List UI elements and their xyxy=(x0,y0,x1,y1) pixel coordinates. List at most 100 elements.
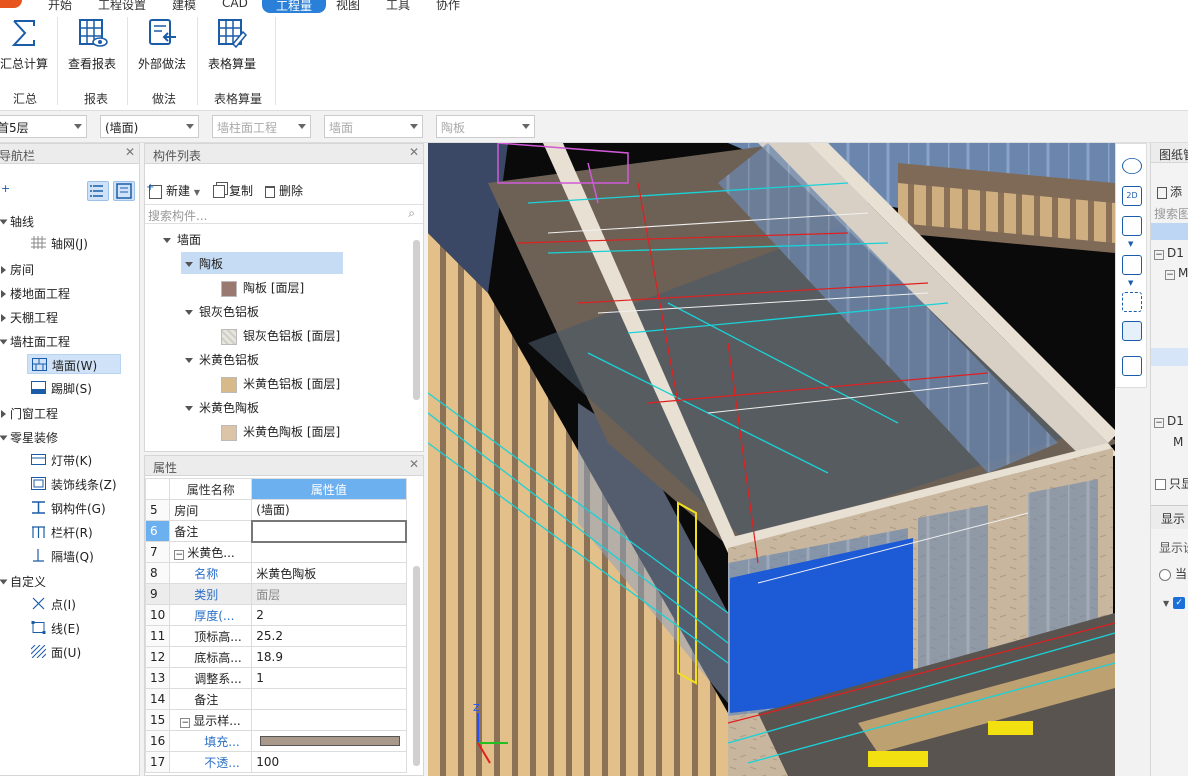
drawing-row-m[interactable]: − M xyxy=(1165,266,1188,280)
close-icon[interactable]: ✕ xyxy=(409,145,419,159)
component-search-input[interactable]: 搜索构件... xyxy=(148,207,207,224)
highlight-row[interactable] xyxy=(1151,348,1188,366)
fill-color-swatch[interactable] xyxy=(260,736,401,746)
tree-group-beige-al[interactable]: 米黄色铝板 xyxy=(181,348,263,370)
new-button[interactable]: + 新建 ▼ xyxy=(146,182,200,199)
element-select[interactable]: 墙面 xyxy=(324,115,423,138)
tree-group-beige-ceramic[interactable]: 米黄色陶板 xyxy=(181,396,263,418)
nav-area[interactable]: 面(U) xyxy=(27,642,85,662)
table-row[interactable]: 6 备注 xyxy=(145,519,408,543)
drawing-row-d1[interactable]: − D1 xyxy=(1154,246,1184,260)
only-show-checkbox[interactable]: 只显 xyxy=(1155,475,1188,492)
current-radio[interactable]: 当 xyxy=(1159,565,1187,582)
tab-project-settings[interactable]: 工程设置 xyxy=(98,0,146,13)
table-row[interactable]: 13 调整系... 1 xyxy=(145,667,407,689)
tab-tools[interactable]: 工具 xyxy=(386,0,410,13)
external-method-button[interactable]: 外部做法 xyxy=(136,17,188,77)
expand-checkbox[interactable]: ▼ ✓ xyxy=(1163,595,1186,609)
drawing-row-m-2[interactable]: M xyxy=(1173,435,1183,449)
nav-steel[interactable]: 钢构件(G) xyxy=(27,498,110,518)
tab-modeling[interactable]: 建模 xyxy=(172,0,196,13)
drawing-search-input[interactable]: 搜索图 xyxy=(1154,205,1188,222)
nav-skirting[interactable]: 踢脚(S) xyxy=(27,378,96,398)
table-row[interactable]: 12 底标高... 18.9 xyxy=(145,646,407,668)
table-row[interactable]: 7− 米黄色... xyxy=(145,541,407,563)
nav-lightstrip[interactable]: 灯带(K) xyxy=(27,450,96,470)
list-view-icon[interactable] xyxy=(87,181,109,201)
add-drawing-button[interactable]: 添 xyxy=(1157,183,1182,200)
tree-item-silver[interactable]: 银灰色铝板 [面层] xyxy=(217,324,344,346)
table-row[interactable]: 11 顶标高... 25.2 xyxy=(145,625,407,647)
collapse-icon[interactable]: − xyxy=(174,549,185,560)
table-calc-button[interactable]: 表格算量 xyxy=(206,17,258,77)
table-row[interactable]: 9 类别 面层 xyxy=(145,583,407,605)
tree-root-wall[interactable]: 墙面 xyxy=(159,228,205,250)
chevron-down-icon[interactable]: ▼ xyxy=(1128,279,1133,287)
2d-view-icon[interactable]: 2D xyxy=(1122,186,1142,206)
view-report-button[interactable]: 查看报表 xyxy=(66,17,118,77)
nav-axis[interactable]: 轴线 xyxy=(0,213,34,230)
table-row[interactable]: 8 名称 米黄色陶板 xyxy=(145,562,407,584)
nav-custom[interactable]: 自定义 xyxy=(0,573,46,590)
summary-calc-button[interactable]: 汇总计算 xyxy=(0,17,48,77)
tab-start[interactable]: 开始 xyxy=(48,0,72,13)
nav-wall-column[interactable]: 墙柱面工程 xyxy=(0,333,70,350)
detail-view-icon[interactable] xyxy=(113,181,135,201)
selected-row[interactable] xyxy=(1151,223,1188,240)
table-row[interactable]: 17 不透... 100 xyxy=(145,751,407,773)
tree-item-beige-ceramic[interactable]: 米黄色陶板 [面层] xyxy=(217,420,344,442)
component-scrollbar[interactable] xyxy=(413,240,420,400)
wall-icon xyxy=(32,358,47,371)
cube-view-icon[interactable] xyxy=(1122,216,1142,236)
nav-molding[interactable]: 装饰线条(Z) xyxy=(27,474,121,494)
close-icon[interactable]: ✕ xyxy=(125,145,135,159)
component-search[interactable]: 搜索构件... ⌕ xyxy=(145,204,423,224)
nav-room[interactable]: 房间 xyxy=(1,261,34,278)
close-icon[interactable]: ✕ xyxy=(409,457,419,471)
nav-point[interactable]: 点(I) xyxy=(27,594,80,614)
table-row[interactable]: 15− 显示样... xyxy=(145,709,407,731)
nav-line[interactable]: 线(E) xyxy=(27,618,84,638)
display-tab[interactable]: 显示 xyxy=(1161,510,1185,527)
display-settings-icon[interactable] xyxy=(1122,356,1142,376)
type-select[interactable]: (墙面) xyxy=(100,115,199,138)
nav-partition[interactable]: 隔墙(Q) xyxy=(27,546,98,566)
sub-select[interactable]: 陶板 xyxy=(436,115,535,138)
tab-view[interactable]: 视图 xyxy=(336,0,360,13)
delete-button[interactable]: 删除 xyxy=(265,182,303,199)
tab-cad[interactable]: CAD xyxy=(222,0,248,10)
properties-scrollbar[interactable] xyxy=(413,566,420,766)
nav-wall-face[interactable]: 墙面(W) xyxy=(27,354,121,374)
table-row[interactable]: 14 备注 xyxy=(145,688,407,710)
nav-grid[interactable]: 轴网(J) xyxy=(27,233,92,253)
copy-button[interactable]: 复制 xyxy=(213,182,253,199)
solid-view-icon[interactable] xyxy=(1122,255,1142,275)
remark-input[interactable] xyxy=(250,519,408,543)
tree-group-ceramic[interactable]: 陶板 xyxy=(181,252,343,274)
chevron-down-icon[interactable]: ▼ xyxy=(1128,240,1133,248)
tab-quantity[interactable]: 工程量 xyxy=(262,0,327,13)
tree-item-ceramic[interactable]: 陶板 [面层] xyxy=(217,276,308,298)
report-view-icon xyxy=(76,17,108,49)
properties-table: 属性名称 属性值 5 房间 (墙面) 6 备注 7− 米黄色... 8 名称 米黄色陶板 9… xyxy=(145,478,408,773)
nav-doors-windows[interactable]: 门窗工程 xyxy=(1,405,58,422)
drawing-row-d1-2[interactable]: − D1 xyxy=(1154,414,1184,428)
table-row[interactable]: 16 填充... xyxy=(145,730,407,752)
table-row[interactable]: 10 厚度(... 2 xyxy=(145,604,407,626)
category-select[interactable]: 墙柱面工程 xyxy=(212,115,311,138)
fit-view-icon[interactable] xyxy=(1122,292,1142,312)
nav-railing[interactable]: 栏杆(R) xyxy=(27,522,97,542)
3d-viewport[interactable]: Z xyxy=(428,143,1115,776)
tree-item-beige-al[interactable]: 米黄色铝板 [面层] xyxy=(217,372,344,394)
table-row[interactable]: 5 房间 (墙面) xyxy=(145,499,407,521)
nav-floor[interactable]: 楼地面工程 xyxy=(1,285,70,302)
collapse-icon[interactable]: − xyxy=(180,717,191,728)
orbit-icon[interactable] xyxy=(1122,158,1142,174)
tab-collab[interactable]: 协作 xyxy=(436,0,460,13)
expand-icon[interactable]: + xyxy=(1,182,10,195)
floor-select[interactable]: 首5层 xyxy=(0,115,87,138)
tree-group-silver[interactable]: 银灰色铝板 xyxy=(181,300,263,322)
nav-ceiling[interactable]: 天棚工程 xyxy=(1,309,58,326)
nav-misc[interactable]: 零星装修 xyxy=(0,429,58,446)
box-select-icon[interactable] xyxy=(1122,321,1142,341)
